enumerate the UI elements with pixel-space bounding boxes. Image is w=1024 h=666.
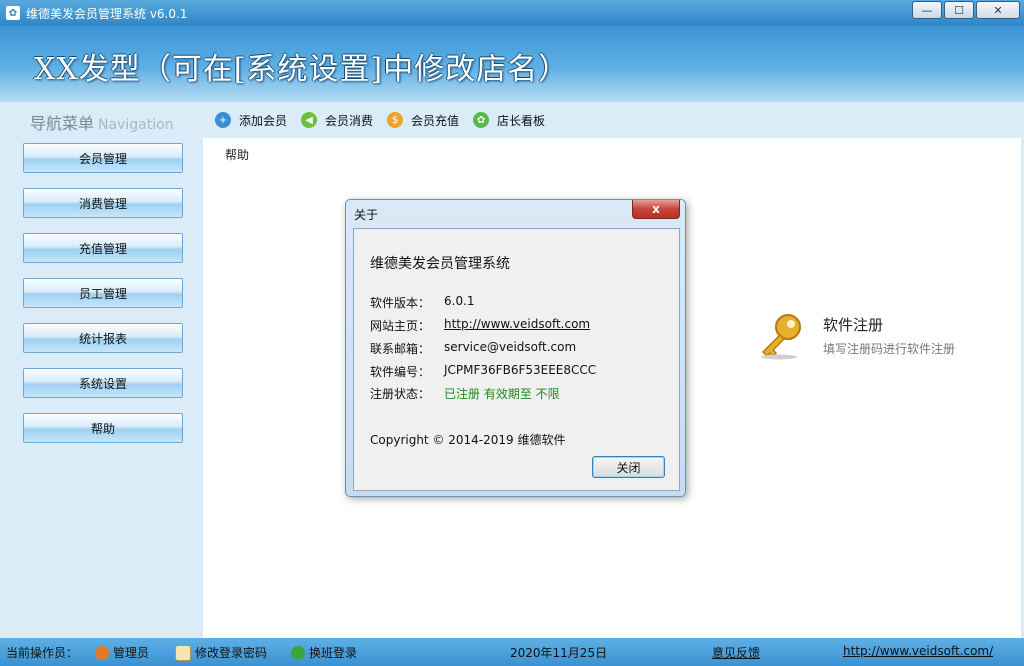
status-bar: 当前操作员： 管理员 修改登录密码 换班登录 2020年11月25日 意见反馈 …	[0, 638, 1024, 666]
window-title: 维德美发会员管理系统 v6.0.1	[26, 6, 188, 21]
version-label: 软件版本：	[370, 296, 431, 310]
dialog-app-name: 维德美发会员管理系统	[370, 256, 510, 272]
version-row: 软件版本： 6.0.1	[370, 294, 475, 311]
homepage-label: 网站主页：	[370, 319, 431, 333]
maximize-button[interactable]: ☐	[944, 1, 974, 19]
dialog-body: 维德美发会员管理系统 软件版本： 6.0.1 网站主页： http://www.…	[353, 228, 680, 491]
version-value: 6.0.1	[444, 294, 475, 308]
dialog-close-x-button[interactable]: x	[632, 200, 680, 219]
copyright-text: Copyright © 2014-2019 维德软件	[370, 433, 566, 447]
registration-status-label: 注册状态：	[370, 387, 431, 401]
dashboard-label: 店长看板	[497, 113, 546, 128]
current-date: 2020年11月25日	[510, 646, 608, 660]
registration-status-value: 已注册 有效期至 不限	[444, 387, 560, 401]
email-value: service@veidsoft.com	[444, 340, 577, 354]
switch-shift-button[interactable]: 换班登录	[291, 644, 357, 661]
change-password-label: 修改登录密码	[195, 646, 268, 660]
window-controls: — ☐ ✕	[912, 1, 1020, 19]
consume-icon: ◀	[301, 112, 318, 128]
member-consume-button[interactable]: ◀ 会员消费	[301, 112, 373, 129]
password-icon	[175, 644, 191, 661]
member-recharge-label: 会员充值	[411, 113, 460, 128]
dashboard-button[interactable]: ✿ 店长看板	[473, 112, 545, 129]
add-member-icon: +	[215, 112, 231, 128]
switch-shift-label: 换班登录	[309, 646, 358, 660]
toolbar: + 添加会员 ◀ 会员消费 $ 会员充值 ✿ 店长看板	[203, 102, 1024, 138]
app-icon: ✿	[6, 6, 20, 20]
help-menu[interactable]: 帮助	[225, 146, 249, 163]
nav-reports-button[interactable]: 统计报表	[23, 323, 183, 353]
operator-name: 管理员	[113, 646, 150, 660]
shop-name: XX发型（可在[系统设置]中修改店名）	[34, 52, 570, 87]
header-banner: XX发型（可在[系统设置]中修改店名）	[0, 26, 1024, 102]
nav-staff-management-button[interactable]: 员工管理	[23, 278, 183, 308]
dashboard-icon: ✿	[473, 112, 490, 128]
register-title: 软件注册	[823, 316, 884, 334]
nav-settings-button[interactable]: 系统设置	[23, 368, 183, 398]
dialog-title: 关于	[354, 208, 379, 222]
key-icon	[761, 314, 801, 360]
nav-consumption-management-button[interactable]: 消费管理	[23, 188, 183, 218]
change-password-button[interactable]: 修改登录密码	[175, 644, 267, 661]
nav-title: 导航菜单 Navigation	[30, 110, 174, 134]
minimize-button[interactable]: —	[912, 1, 942, 19]
add-member-label: 添加会员	[239, 113, 288, 128]
nav-help-button[interactable]: 帮助	[23, 413, 183, 443]
serial-row: 软件编号： JCPMF36FB6F53EEE8CCC	[370, 363, 596, 380]
dialog-close-button[interactable]: 关闭	[592, 456, 665, 478]
close-window-button[interactable]: ✕	[976, 1, 1020, 19]
software-register-link[interactable]: 软件注册 填写注册码进行软件注册	[755, 310, 955, 360]
about-dialog: 关于 x 维德美发会员管理系统 软件版本： 6.0.1 网站主页： http:/…	[345, 199, 686, 497]
website-link[interactable]: http://www.veidsoft.com/	[843, 644, 993, 658]
current-operator[interactable]: 管理员	[95, 644, 149, 661]
nav-title-en: Navigation	[98, 117, 174, 133]
homepage-row: 网站主页： http://www.veidsoft.com	[370, 317, 590, 334]
serial-label: 软件编号：	[370, 365, 431, 379]
feedback-link[interactable]: 意见反馈	[712, 644, 760, 661]
user-icon	[95, 645, 109, 660]
member-consume-label: 会员消费	[325, 113, 374, 128]
email-row: 联系邮箱： service@veidsoft.com	[370, 340, 576, 357]
homepage-link[interactable]: http://www.veidsoft.com	[444, 317, 590, 334]
add-member-button[interactable]: + 添加会员	[215, 112, 287, 129]
refresh-icon	[291, 645, 305, 660]
nav-title-cn: 导航菜单	[30, 114, 95, 133]
email-label: 联系邮箱：	[370, 342, 431, 356]
member-recharge-button[interactable]: $ 会员充值	[387, 112, 459, 129]
register-subtitle: 填写注册码进行软件注册	[823, 342, 956, 356]
nav-member-management-button[interactable]: 会员管理	[23, 143, 183, 173]
status-row: 注册状态： 已注册 有效期至 不限	[370, 385, 560, 402]
operator-label: 当前操作员：	[6, 646, 79, 660]
title-bar: ✿ 维德美发会员管理系统 v6.0.1 — ☐ ✕	[0, 0, 1024, 26]
serial-value: JCPMF36FB6F53EEE8CCC	[444, 363, 597, 377]
nav-recharge-management-button[interactable]: 充值管理	[23, 233, 183, 263]
recharge-icon: $	[387, 112, 404, 128]
